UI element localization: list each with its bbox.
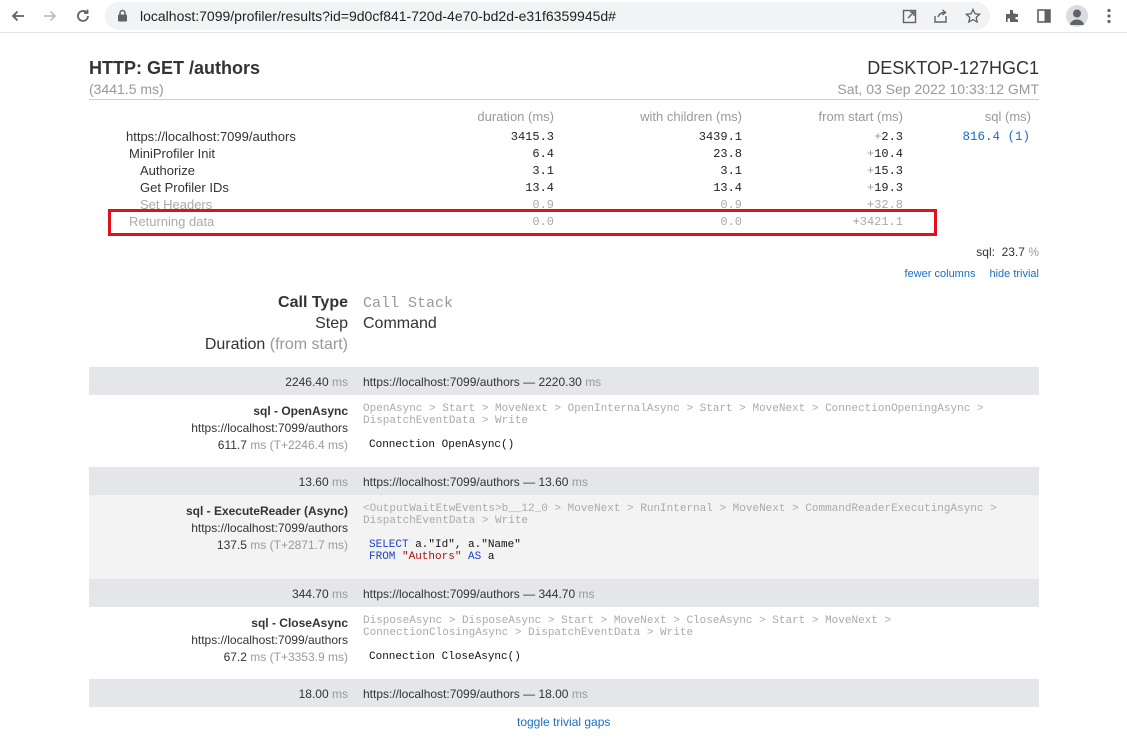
timing-children: 3.1 — [720, 164, 742, 178]
query-duration: 137.5 ms (T+2871.7 ms) — [216, 538, 348, 552]
query-meta: sql - CloseAsync https://localhost:7099/… — [191, 615, 348, 666]
hide-trivial-link[interactable]: hide trivial — [989, 268, 1039, 280]
profile-avatar-icon[interactable] — [1066, 5, 1088, 27]
query-step: https://localhost:7099/authors — [191, 421, 348, 435]
query-row: sql - ExecuteReader (Async) https://loca… — [89, 495, 1039, 579]
query-call-stack: DisposeAsync > DisposeAsync > Start > Mo… — [363, 615, 892, 639]
header-divider — [89, 99, 1039, 100]
query-step: https://localhost:7099/authors — [191, 521, 348, 535]
total-duration: (3441.5 ms) — [89, 81, 164, 97]
query-command: Connection CloseAsync() — [369, 651, 521, 663]
server-name: DESKTOP-127HGC1 — [867, 58, 1039, 78]
col-header-with-children: with children (ms) — [640, 109, 742, 124]
forward-button[interactable] — [38, 4, 62, 28]
gap-row: 344.70 ms https://localhost:7099/authors… — [89, 579, 1039, 607]
timing-from-start: +19.3 — [866, 181, 903, 195]
query-step: https://localhost:7099/authors — [191, 633, 348, 647]
query-duration: 611.7 ms (T+2246.4 ms) — [217, 438, 348, 452]
menu-kebab-icon[interactable] — [1097, 4, 1121, 28]
lock-icon — [117, 9, 128, 25]
toggle-trivial-gaps-link[interactable]: toggle trivial gaps — [517, 715, 610, 729]
sql-percentage: sql: 23.7 % — [976, 245, 1039, 259]
legend-call-type: Call Type — [278, 294, 348, 311]
col-header-from-start: from start (ms) — [818, 109, 904, 124]
timing-duration: 3.1 — [532, 164, 554, 178]
share-icon[interactable] — [931, 6, 951, 26]
gap-duration: 13.60 ms — [298, 475, 348, 489]
url-text[interactable]: localhost:7099/profiler/results?id=9d0cf… — [140, 8, 616, 24]
gap-info: https://localhost:7099/authors — 18.00 m… — [363, 687, 588, 701]
reload-button[interactable] — [71, 4, 95, 28]
timing-from-start: +2.3 — [874, 130, 903, 144]
gap-row: 18.00 ms https://localhost:7099/authors … — [89, 679, 1039, 707]
profile-date: Sat, 03 Sep 2022 10:33:12 GMT — [837, 81, 1039, 97]
legend-step: Step — [315, 315, 348, 332]
table-options: fewer columns hide trivial — [891, 268, 1039, 280]
timing-name: Authorize — [140, 163, 195, 178]
extensions-icon[interactable] — [1000, 4, 1024, 28]
gap-info: https://localhost:7099/authors — 13.60 m… — [363, 475, 588, 489]
query-meta: sql - ExecuteReader (Async) https://loca… — [186, 503, 348, 554]
timing-row: Get Profiler IDs 13.4 13.4 +19.3 — [89, 179, 1039, 196]
timing-row: https://localhost:7099/authors 3415.3 34… — [89, 128, 1039, 145]
timing-children: 3439.1 — [698, 130, 742, 144]
gap-info: https://localhost:7099/authors — 2220.30… — [363, 375, 602, 389]
col-header-duration: duration (ms) — [477, 109, 554, 124]
gap-info: https://localhost:7099/authors — 344.70 … — [363, 587, 595, 601]
reload-icon — [77, 9, 89, 22]
gap-row: 13.60 ms https://localhost:7099/authors … — [89, 467, 1039, 495]
gap-row: 2246.40 ms https://localhost:7099/author… — [89, 367, 1039, 395]
query-call-stack: OpenAsync > Start > MoveNext > OpenInter… — [363, 403, 984, 427]
query-call-type: sql - CloseAsync — [251, 616, 348, 630]
timing-duration: 6.4 — [532, 147, 554, 161]
timing-name: Get Profiler IDs — [140, 180, 229, 195]
query-command: Connection OpenAsync() — [369, 439, 515, 451]
address-bar[interactable]: localhost:7099/profiler/results?id=9d0cf… — [105, 2, 990, 30]
forward-arrow-icon — [44, 10, 57, 22]
browser-toolbar: localhost:7099/profiler/results?id=9d0cf… — [0, 0, 1127, 33]
timing-from-start: +15.3 — [866, 164, 903, 178]
highlight-annotation-box — [108, 209, 937, 236]
fewer-columns-link[interactable]: fewer columns — [905, 268, 976, 280]
timing-row: Authorize 3.1 3.1 +15.3 — [89, 162, 1039, 179]
timing-name: MiniProfiler Init — [129, 146, 215, 161]
query-duration: 67.2 ms (T+3353.9 ms) — [223, 650, 348, 664]
timing-duration: 13.4 — [525, 181, 554, 195]
query-row: sql - OpenAsync https://localhost:7099/a… — [89, 395, 1039, 467]
gap-duration: 2246.40 ms — [285, 375, 348, 389]
query-meta: sql - OpenAsync https://localhost:7099/a… — [191, 403, 348, 454]
back-arrow-icon — [11, 10, 24, 22]
bookmark-star-icon[interactable] — [963, 6, 983, 26]
gap-duration: 18.00 ms — [298, 687, 348, 701]
query-details: OpenAsync > Start > MoveNext > OpenInter… — [363, 403, 1003, 451]
open-in-app-icon[interactable] — [899, 6, 919, 26]
query-call-type: sql - OpenAsync — [253, 404, 348, 418]
timing-children: 13.4 — [713, 181, 742, 195]
query-details: <OutputWaitEtwEvents>b__12_0 > MoveNext … — [363, 503, 1003, 563]
gap-duration: 344.70 ms — [291, 587, 348, 601]
query-call-type: sql - ExecuteReader (Async) — [185, 504, 348, 518]
side-panel-icon[interactable] — [1032, 4, 1056, 28]
query-row: sql - CloseAsync https://localhost:7099/… — [89, 607, 1039, 679]
sql-timing-link[interactable]: 816.4 (1) — [962, 130, 1030, 144]
col-header-sql: sql (ms) — [984, 109, 1031, 124]
timing-children: 23.8 — [713, 147, 742, 161]
timing-from-start: +10.4 — [866, 147, 903, 161]
query-command: SELECT a."Id", a."Name" FROM "Authors" A… — [369, 539, 521, 563]
query-details: DisposeAsync > DisposeAsync > Start > Mo… — [363, 615, 1003, 663]
page-title: HTTP: GET /authors — [89, 58, 260, 78]
legend-command: Command — [363, 315, 437, 332]
query-call-stack: <OutputWaitEtwEvents>b__12_0 > MoveNext … — [363, 503, 997, 527]
back-button[interactable] — [6, 4, 30, 28]
timing-row: MiniProfiler Init 6.4 23.8 +10.4 — [89, 145, 1039, 162]
legend-duration: Duration (from start) — [204, 336, 348, 353]
timing-duration: 3415.3 — [510, 130, 554, 144]
timing-name: https://localhost:7099/authors — [126, 129, 296, 144]
legend-call-stack: Call Stack — [363, 295, 454, 312]
